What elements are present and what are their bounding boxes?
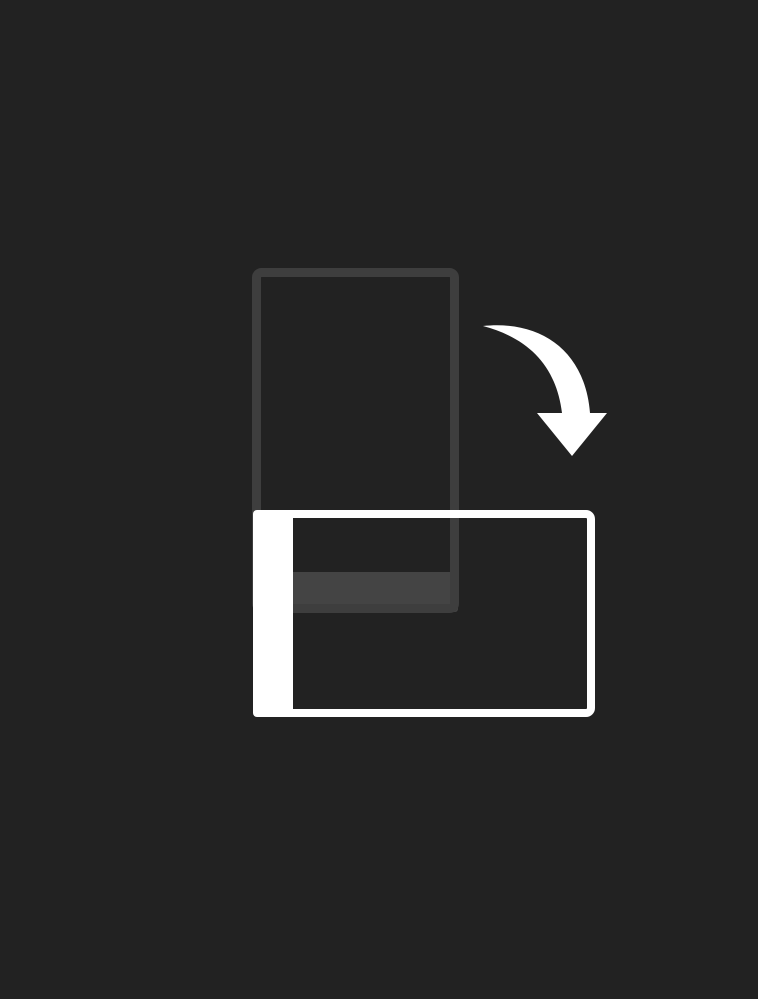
rotate-device-screen [0, 0, 758, 999]
landscape-phone-icon [253, 510, 595, 717]
landscape-phone-side-bar [253, 510, 293, 717]
rotate-device-illustration [252, 268, 607, 717]
rotation-arrow-curve [483, 325, 590, 413]
landscape-phone-outline [253, 510, 595, 717]
rotate-clockwise-arrow-icon [483, 325, 607, 456]
rotation-arrow-head [537, 413, 607, 456]
